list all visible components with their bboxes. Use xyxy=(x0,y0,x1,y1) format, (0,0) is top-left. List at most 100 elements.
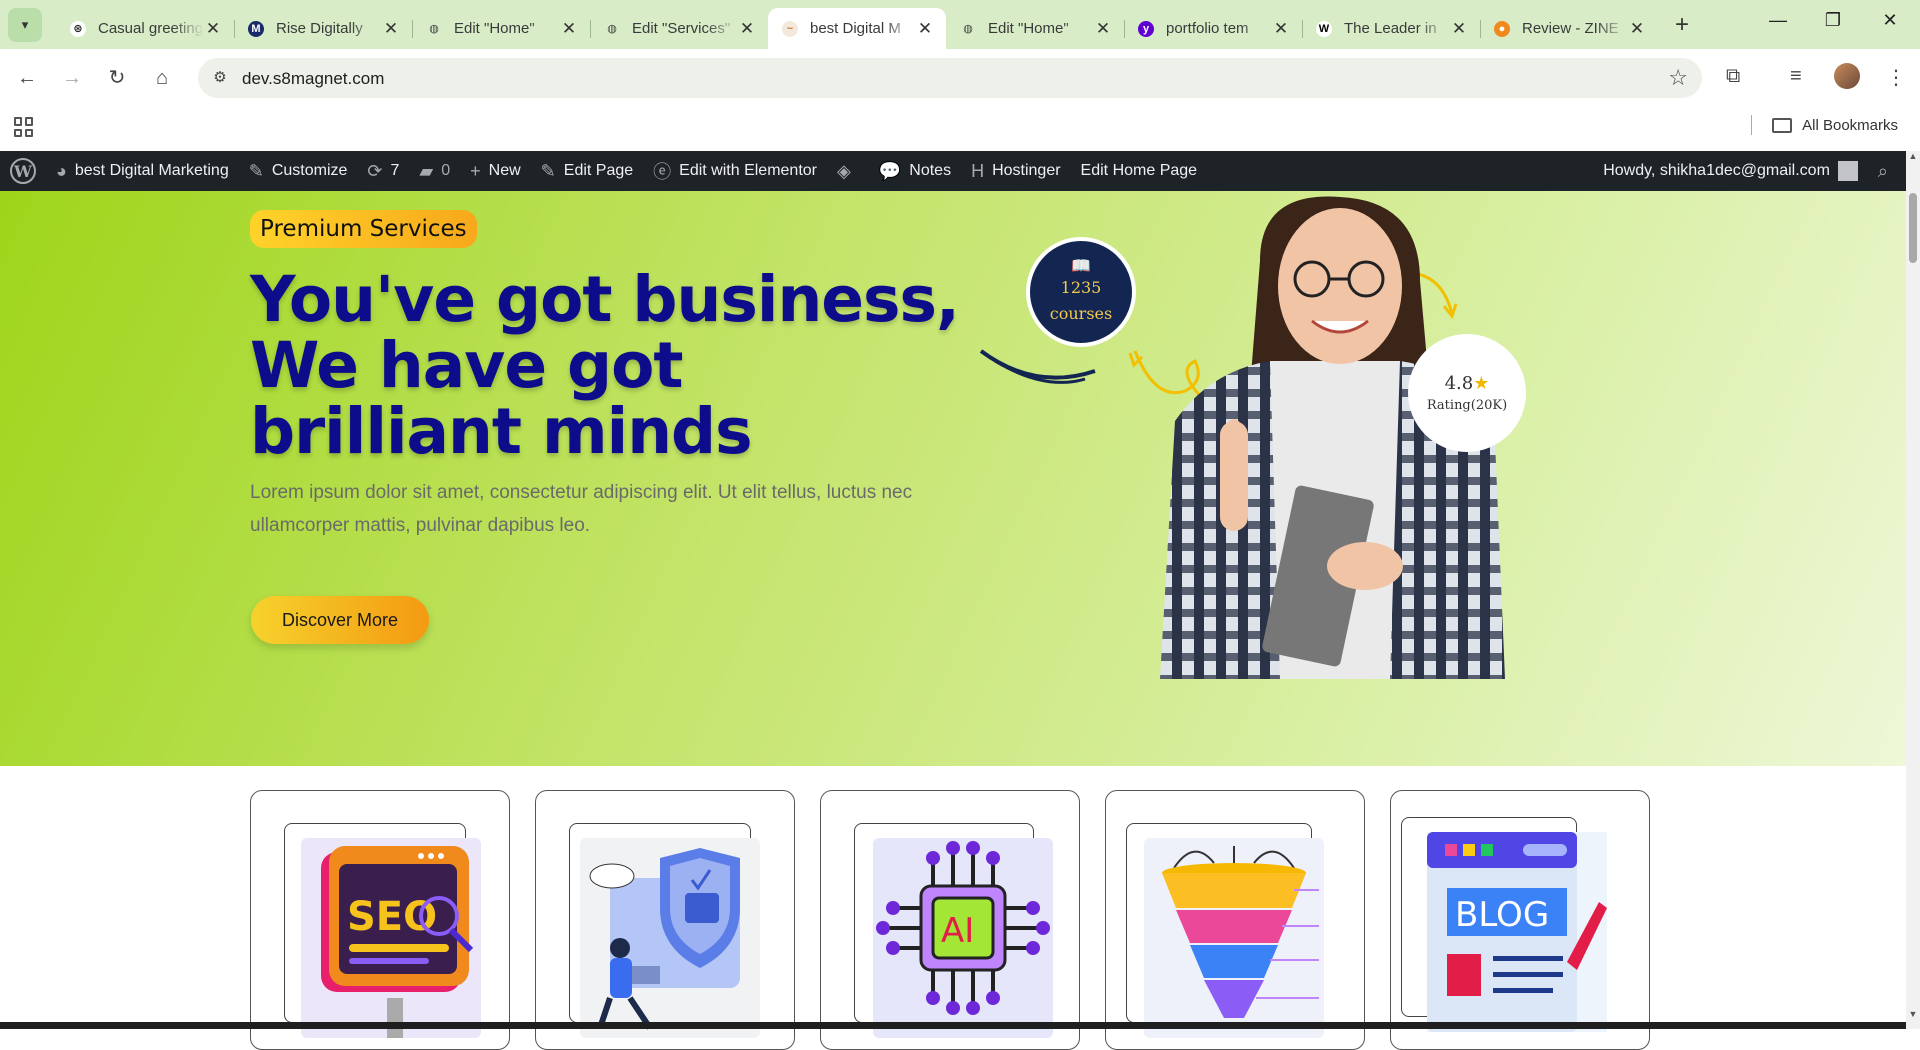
tab-title: Edit "Services" xyxy=(632,20,731,37)
review-icon: ● xyxy=(1494,20,1510,37)
all-bookmarks-button[interactable]: All Bookmarks xyxy=(1751,115,1898,135)
apps-grid-icon[interactable] xyxy=(14,117,34,137)
wp-logo-menu[interactable]: W xyxy=(0,151,46,191)
card-security[interactable] xyxy=(535,790,795,1050)
star-icon: ★ xyxy=(1473,373,1490,394)
rating-value: 4.8 xyxy=(1444,373,1474,394)
card-ai[interactable]: AI xyxy=(820,790,1080,1050)
wp-edit-home[interactable]: Edit Home Page xyxy=(1071,151,1208,191)
discover-more-button[interactable]: Discover More xyxy=(251,596,429,644)
tab-title: Casual greeting xyxy=(98,20,204,37)
hostinger-label: Hostinger xyxy=(992,162,1061,179)
seo-art-text: SEO xyxy=(347,894,437,940)
wp-edit-elementor[interactable]: ⓔ Edit with Elementor xyxy=(643,151,827,191)
tab-list: ⊛ Casual greeting ✕ M Rise Digitally ✕ ◍ Edit "… xyxy=(56,0,1658,49)
globe-icon: ◍ xyxy=(963,23,973,35)
scroll-up-icon[interactable]: ▲ xyxy=(1906,151,1920,161)
tab-search-button[interactable]: ▾ xyxy=(8,7,42,42)
scrollbar-thumb[interactable] xyxy=(1909,193,1917,263)
browser-tab[interactable]: ~ best Digital M ✕ xyxy=(768,8,946,49)
wp-site-name[interactable]: ◕ best Digital Marketing xyxy=(46,151,239,191)
card-funnel[interactable] xyxy=(1105,790,1365,1050)
minimize-button[interactable]: — xyxy=(1758,10,1798,31)
comment-icon: ▰ xyxy=(419,160,434,181)
all-bookmarks-label: All Bookmarks xyxy=(1802,116,1898,134)
browser-toolbar: ← → ↻ ⌂ ⚙ dev.s8magnet.com ☆ ⧉ ≡ ⋮ xyxy=(0,49,1920,109)
browser-tab[interactable]: ◍ Edit "Home" ✕ xyxy=(412,8,590,49)
wp-notes[interactable]: 💬 Notes xyxy=(869,151,961,191)
diamond-icon: ◈ xyxy=(837,160,851,181)
close-tab-icon[interactable]: ✕ xyxy=(916,19,934,39)
page-scrollbar[interactable]: ▲ ▼ xyxy=(1906,151,1920,1029)
card-blog[interactable]: BLOG xyxy=(1390,790,1650,1050)
browser-tab[interactable]: ◍ Edit "Home" ✕ xyxy=(946,8,1124,49)
forward-icon[interactable]: → xyxy=(57,63,87,93)
premium-badge: Premium Services xyxy=(250,210,477,248)
close-tab-icon[interactable]: ✕ xyxy=(1094,19,1112,39)
close-tab-icon[interactable]: ✕ xyxy=(738,19,756,39)
browser-tab[interactable]: ◍ Edit "Services" ✕ xyxy=(590,8,768,49)
plus-icon: + xyxy=(470,160,481,181)
extensions-icon[interactable]: ⧉ xyxy=(1726,65,1740,88)
close-tab-icon[interactable]: ✕ xyxy=(1272,19,1290,39)
tab-title: Edit "Home" xyxy=(454,20,535,37)
courses-count: 1235 xyxy=(1060,278,1102,297)
close-tab-icon[interactable]: ✕ xyxy=(1628,19,1646,39)
book-icon: 📖 xyxy=(1071,256,1091,275)
notes-icon: 💬 xyxy=(878,160,902,181)
new-label: New xyxy=(488,162,521,179)
browser-tab[interactable]: ⊛ Casual greeting ✕ xyxy=(56,8,234,49)
blog-illustration: BLOG xyxy=(1427,832,1607,1032)
site-info-icon[interactable]: ⚙ xyxy=(208,66,232,90)
wp-customize[interactable]: ✎ Customize xyxy=(239,151,358,191)
browser-tab[interactable]: M Rise Digitally ✕ xyxy=(234,8,412,49)
brush-icon: ✎ xyxy=(248,160,264,181)
wix-icon: W xyxy=(1316,20,1332,37)
service-cards: SEO AI BLOG xyxy=(250,790,1660,1050)
restore-button[interactable]: ❐ xyxy=(1813,10,1853,31)
back-icon[interactable]: ← xyxy=(12,63,42,93)
wp-diamond[interactable]: ◈ xyxy=(827,151,869,191)
ai-illustration: AI xyxy=(873,838,1053,1038)
bookmark-star-icon[interactable]: ☆ xyxy=(1668,65,1688,91)
address-bar[interactable]: ⚙ dev.s8magnet.com ☆ xyxy=(198,58,1702,98)
rating-badge: 4.8★ Rating(20K) xyxy=(1408,334,1526,452)
close-tab-icon[interactable]: ✕ xyxy=(1450,19,1468,39)
menu-kebab-icon[interactable]: ⋮ xyxy=(1886,65,1906,90)
profile-avatar[interactable] xyxy=(1834,63,1860,89)
bottom-edge xyxy=(0,1022,1906,1029)
rise-icon: M xyxy=(248,20,264,37)
wp-updates[interactable]: ⟳ 7 xyxy=(357,151,409,191)
card-seo[interactable]: SEO xyxy=(250,790,510,1050)
home-icon[interactable]: ⌂ xyxy=(147,63,177,93)
courses-label: courses xyxy=(1049,304,1113,323)
reload-icon[interactable]: ↻ xyxy=(102,63,132,93)
media-control-icon[interactable]: ≡ xyxy=(1790,65,1802,88)
wp-comments[interactable]: ▰ 0 xyxy=(409,151,460,191)
globe-icon: ◍ xyxy=(429,23,439,35)
wp-edit-page[interactable]: ✎ Edit Page xyxy=(531,151,643,191)
funnel-illustration xyxy=(1144,838,1324,1038)
new-tab-button[interactable]: + xyxy=(1668,11,1696,39)
close-tab-icon[interactable]: ✕ xyxy=(382,19,400,39)
tab-title: The Leader in xyxy=(1344,20,1437,37)
tab-title: portfolio tem xyxy=(1166,20,1249,37)
close-tab-icon[interactable]: ✕ xyxy=(560,19,578,39)
browser-tab[interactable]: ● Review - ZINE ✕ xyxy=(1480,8,1658,49)
wp-new[interactable]: + New xyxy=(460,151,531,191)
wp-hostinger[interactable]: H Hostinger xyxy=(961,151,1070,191)
scroll-down-icon[interactable]: ▼ xyxy=(1906,1009,1920,1019)
close-tab-icon[interactable]: ✕ xyxy=(204,19,222,39)
tab-title: best Digital M xyxy=(810,20,901,37)
hero-section: Premium Services You've got business, We… xyxy=(0,191,1906,766)
wp-account[interactable]: Howdy, shikha1dec@gmail.com xyxy=(1593,151,1868,191)
rating-label: Rating(20K) xyxy=(1426,398,1508,413)
tab-title: Review - ZINE xyxy=(1522,20,1619,37)
chevron-down-icon: ▾ xyxy=(21,16,29,32)
close-window-button[interactable]: ✕ xyxy=(1870,10,1910,31)
site-name-label: best Digital Marketing xyxy=(74,162,229,179)
wp-search[interactable]: ⌕ xyxy=(1868,151,1906,191)
customize-label: Customize xyxy=(271,162,348,179)
browser-tab[interactable]: W The Leader in ✕ xyxy=(1302,8,1480,49)
browser-tab[interactable]: y portfolio tem ✕ xyxy=(1124,8,1302,49)
